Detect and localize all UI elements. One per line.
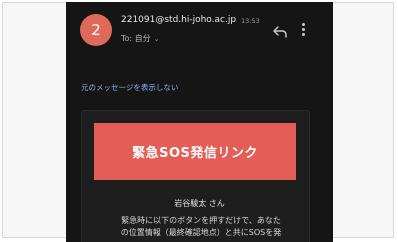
reply-icon[interactable]	[273, 23, 287, 38]
sender-avatar: 2	[80, 14, 112, 46]
to-label: To: 自分	[121, 34, 151, 43]
message-body: 緊急時に以下のボタンを押すだけで、あなた の位置情報（最終確認地点）と共にSOS…	[106, 215, 296, 239]
more-vert-icon[interactable]	[302, 23, 306, 37]
hide-original-message-link[interactable]: 元のメッセージを表示しない	[81, 82, 178, 93]
body-line: 緊急時に以下のボタンを押すだけで、あなた	[121, 216, 281, 225]
emergency-sos-button[interactable]: 緊急SOS発信リンク	[94, 123, 296, 180]
message-time: 13:53	[241, 17, 260, 25]
recipient-name: 岩谷駿太 さん	[174, 199, 225, 208]
recipient-toggle[interactable]: To: 自分 ⌄	[121, 33, 160, 44]
sender-address: 221091@std.hi-joho.ac.jp	[121, 15, 237, 25]
chevron-down-icon: ⌄	[153, 35, 160, 43]
body-line: の位置情報（最終確認地点）と共にSOSを発	[120, 228, 282, 237]
email-screen: 2 221091@std.hi-joho.ac.jp 13:53 To: 自分 ⌄…	[66, 2, 333, 242]
